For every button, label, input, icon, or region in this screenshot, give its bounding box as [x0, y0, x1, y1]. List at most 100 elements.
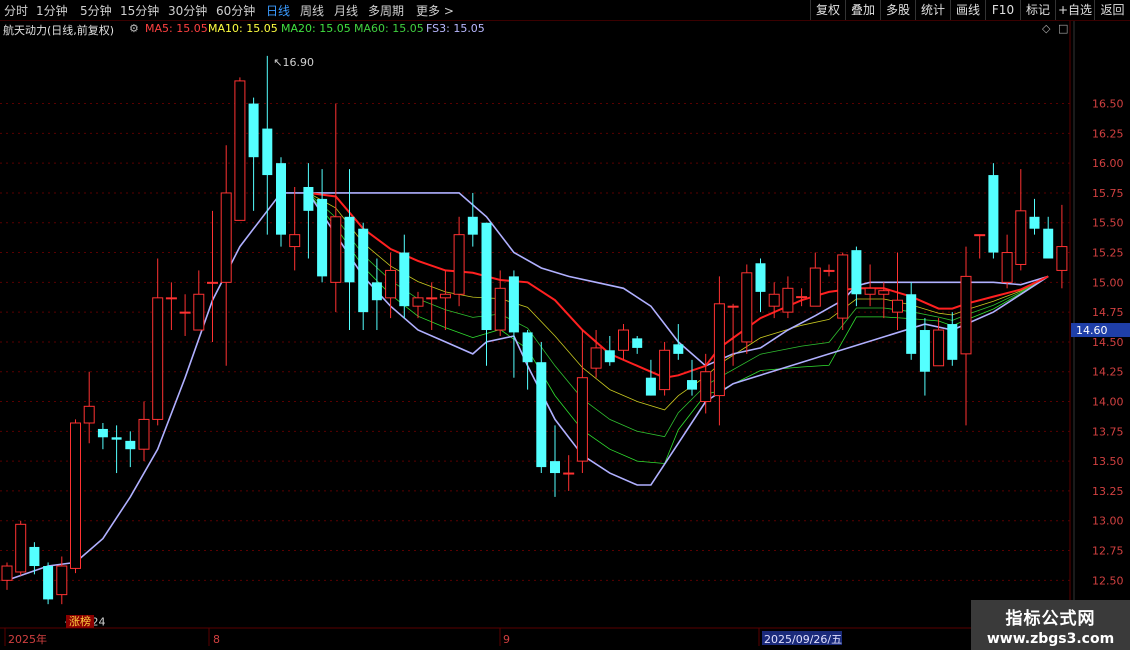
candle-body-up	[1015, 210, 1027, 265]
candle-body-up	[494, 287, 506, 331]
ytick-label: 14.00	[1092, 396, 1124, 409]
candle-body-down	[1029, 216, 1040, 229]
period-tab-15min[interactable]: 15分钟	[120, 2, 159, 19]
fuquan-button[interactable]: 复权	[810, 0, 845, 20]
candle-body-up	[1, 565, 13, 581]
overlay-button[interactable]: 叠加	[845, 0, 880, 20]
candle-body-up	[837, 254, 849, 319]
candle-body-up	[796, 296, 808, 299]
fs3-value: FS3: 15.05	[426, 22, 485, 35]
candle-body-down	[988, 175, 999, 253]
period-tab-weekly[interactable]: 周线	[300, 2, 324, 19]
candle-body-down	[522, 332, 533, 363]
candlestick-chart[interactable]: 12.50 12.75 13.00 13.25 13.50 13.75 14.00 14.25…	[0, 0, 1130, 650]
candle-body-up	[809, 267, 821, 307]
candle-body-up	[864, 287, 876, 295]
candle-body-up	[83, 405, 95, 424]
back-button[interactable]: 返回	[1094, 0, 1130, 20]
candle-body-down	[371, 282, 382, 301]
ytick-label: 14.50	[1092, 336, 1124, 349]
candle-body-up	[152, 297, 164, 420]
candle-body-down	[276, 163, 286, 235]
candle-body-down	[481, 222, 492, 331]
ytick-label: 12.50	[1092, 574, 1124, 587]
period-tab-fenshi[interactable]: 分时	[4, 2, 28, 19]
ytick-label: 13.00	[1092, 515, 1124, 528]
candle-body-up	[618, 329, 629, 351]
add-watchlist-button[interactable]: +自选	[1055, 0, 1094, 20]
candle-body-down	[604, 350, 615, 363]
xaxis-month-9: 9	[503, 633, 510, 646]
period-tab-5min[interactable]: 5分钟	[80, 2, 112, 19]
stock-name: 航天动力(日线,前复权)	[3, 24, 115, 37]
candle-body-up	[1001, 252, 1013, 283]
candle-body-down	[508, 276, 519, 333]
draw-line-button[interactable]: 画线	[950, 0, 985, 20]
candle-body-up	[439, 293, 451, 299]
candle-body-down	[1043, 228, 1054, 259]
ytick-label: 15.50	[1092, 217, 1124, 230]
candle-body-up	[70, 422, 81, 569]
rank-badge: 涨榜	[69, 614, 91, 628]
candle-body-down	[645, 377, 656, 396]
ytick-label: 16.25	[1092, 127, 1124, 140]
statistics-button[interactable]: 统计	[915, 0, 950, 20]
multi-stock-button[interactable]: 多股	[880, 0, 915, 20]
candle-body-up	[289, 234, 301, 248]
ytick-label: 15.25	[1092, 247, 1124, 260]
candle-body-up	[933, 329, 945, 367]
ytick-label: 12.75	[1092, 545, 1124, 558]
watermark-title: 指标公式网	[1005, 609, 1096, 629]
candle-body-up	[659, 349, 671, 391]
candle-body-down	[755, 263, 766, 292]
candle-body-down	[43, 566, 54, 600]
period-tab-daily[interactable]: 日线	[266, 2, 290, 19]
period-tab-monthly[interactable]: 月线	[334, 2, 358, 19]
candle-body-up	[741, 272, 753, 343]
candle-body-up	[768, 293, 780, 307]
candle-body-up	[878, 290, 890, 295]
candle-body-up	[15, 523, 27, 573]
ytick-label: 14.75	[1092, 306, 1124, 319]
ytick-label: 14.25	[1092, 366, 1124, 379]
watermark: 指标公式网 www.zbgs3.com	[971, 600, 1130, 650]
ma20-value: MA20: 15.05	[281, 22, 351, 35]
period-tab-multi[interactable]: 多周期	[368, 2, 404, 19]
candle-body-up	[165, 297, 177, 300]
period-tab-30min[interactable]: 30分钟	[168, 2, 207, 19]
candle-body-up	[220, 192, 232, 283]
candle-body-up	[412, 297, 424, 307]
ytick-label: 16.50	[1092, 98, 1124, 111]
ytick-label: 13.50	[1092, 455, 1124, 468]
period-tab-1min[interactable]: 1分钟	[36, 2, 68, 19]
candle-body-down	[851, 250, 862, 295]
settings-icon[interactable]: ⚙	[129, 22, 139, 35]
candle-body-up	[193, 293, 205, 331]
watermark-url: www.zbgs3.com	[986, 631, 1115, 647]
candle-body-up	[960, 275, 972, 355]
f10-button[interactable]: F10	[985, 0, 1020, 20]
high-annotation: ↖16.90	[273, 56, 314, 69]
period-tab-more[interactable]: 更多 >	[416, 2, 454, 19]
candle-body-up	[426, 297, 438, 300]
candle-body-up	[234, 80, 246, 221]
candle-body-up	[207, 281, 218, 284]
candle-body-up	[179, 311, 191, 314]
mark-button[interactable]: 标记	[1020, 0, 1055, 20]
ma10-value: MA10: 15.05	[208, 22, 278, 35]
ytick-label: 15.75	[1092, 187, 1124, 200]
candle-body-down	[97, 428, 108, 438]
ytick-label: 13.75	[1092, 425, 1124, 438]
period-tab-60min[interactable]: 60分钟	[216, 2, 255, 19]
top-toolbar: 分时 1分钟 5分钟 15分钟 30分钟 60分钟 日线 周线 月线 多周期 更…	[0, 0, 1130, 21]
ma60-value: MA60: 15.05	[354, 22, 424, 35]
candle-body-up	[727, 305, 739, 308]
diamond-icon[interactable]: ◇	[1042, 22, 1050, 35]
ma5-value: MA5: 15.05	[145, 22, 208, 35]
window-icon[interactable]: □	[1058, 22, 1068, 35]
candle-body-up	[138, 418, 150, 450]
candle-body-down	[687, 380, 697, 390]
cursor-date-label: 2025/09/26/五	[764, 633, 842, 646]
candle-body-down	[399, 252, 410, 307]
candle-body-down	[536, 362, 547, 468]
